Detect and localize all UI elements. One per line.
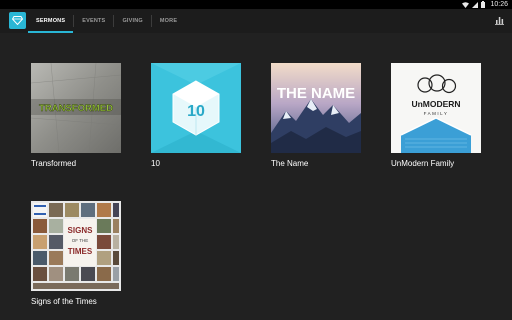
app-bar: SERMONS EVENTS GIVING MORE [0, 9, 512, 33]
artwork-subtext: FAMILY [424, 111, 449, 116]
sermon-card-10[interactable]: 10 10 [151, 63, 241, 168]
tab-events[interactable]: EVENTS [74, 9, 113, 33]
artwork-text: THE NAME [277, 85, 355, 102]
tab-label: MORE [159, 18, 178, 24]
artwork-text: TRANSFORMED [39, 103, 113, 114]
sermon-title: The Name [271, 159, 309, 168]
tab-label: SERMONS [36, 18, 66, 24]
sermon-card-transformed[interactable]: TRANSFORMED Transformed [31, 63, 121, 168]
sermon-card-the-name[interactable]: THE NAME The Name [271, 63, 361, 168]
tab-more[interactable]: MORE [152, 9, 185, 33]
signal-icon [472, 1, 479, 8]
status-time: 10:26 [490, 1, 508, 8]
status-bar: 10:26 [0, 0, 512, 9]
wifi-icon [462, 1, 470, 8]
tab-label: GIVING [122, 18, 143, 24]
artwork-text: TIMES [68, 247, 93, 256]
tab-giving[interactable]: GIVING [114, 9, 150, 33]
tab-label: EVENTS [82, 18, 106, 24]
sermon-artwork: SIGNS OF THE TIMES [31, 201, 121, 291]
artwork-subtext: OF THE [72, 238, 88, 243]
sermon-title: Transformed [31, 159, 77, 168]
sermon-artwork: 10 [151, 63, 241, 153]
sermon-card-unmodern-family[interactable]: UnMODERN FAMILY UnModern Family [391, 63, 481, 168]
artwork-text: UnMODERN [411, 99, 460, 109]
app-logo[interactable] [9, 12, 26, 29]
sermon-artwork: UnMODERN FAMILY [391, 63, 481, 153]
sermon-artwork: TRANSFORMED [31, 63, 121, 153]
battery-icon [481, 1, 486, 8]
bar-chart-icon[interactable] [495, 16, 504, 25]
sermon-artwork: THE NAME [271, 63, 361, 153]
sermon-title: 10 [151, 159, 160, 168]
artwork-text: SIGNS [68, 226, 94, 235]
sermon-title: Signs of the Times [31, 297, 97, 306]
tab-bar: SERMONS EVENTS GIVING MORE [28, 9, 185, 33]
sermon-card-signs-of-the-times[interactable]: SIGNS OF THE TIMES Signs of the Times [31, 201, 121, 306]
tab-sermons[interactable]: SERMONS [28, 9, 74, 33]
diamond-icon [12, 16, 23, 25]
artwork-text: 10 [187, 103, 205, 120]
sermon-title: UnModern Family [391, 159, 455, 168]
